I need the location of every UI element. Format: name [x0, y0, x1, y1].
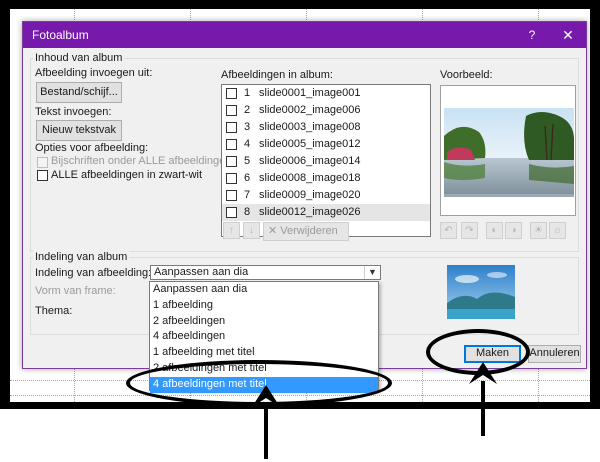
captions-checkbox[interactable]	[37, 157, 48, 168]
dropdown-option[interactable]: 1 afbeelding	[150, 298, 378, 314]
remove-icon: ✕	[268, 225, 278, 237]
list-item[interactable]: 7 slide0009_image020	[222, 187, 430, 204]
annotation-arrow-up-icon	[252, 385, 280, 407]
list-item-name: slide0008_image018	[259, 172, 361, 184]
new-textbox-button[interactable]: Nieuw tekstvak	[36, 120, 122, 141]
list-item[interactable]: 5 slide0006_image014	[222, 153, 430, 170]
list-item-name: slide0005_image012	[259, 138, 361, 150]
list-item-name: slide0001_image001	[259, 87, 361, 99]
list-item-name: slide0006_image014	[259, 155, 361, 167]
picture-layout-value: Aanpassen aan dia	[154, 266, 249, 278]
dropdown-option[interactable]: 2 afbeeldingen	[150, 314, 378, 330]
contrast-up-icon[interactable]: ◐	[486, 222, 503, 239]
list-item-checkbox[interactable]	[226, 105, 237, 116]
album-layout-legend: Indeling van album	[33, 251, 130, 263]
list-item[interactable]: 2 slide0002_image006	[222, 102, 430, 119]
list-item-number: 8	[244, 206, 251, 218]
list-item[interactable]: 1 slide0001_image001	[222, 85, 430, 102]
frame-top	[0, 0, 600, 9]
insert-text-label: Tekst invoegen:	[35, 106, 112, 118]
layout-preview-thumbnail	[447, 265, 515, 319]
list-item-checkbox[interactable]	[226, 207, 237, 218]
move-down-icon[interactable]: ↓	[243, 222, 260, 239]
remove-label: Verwijderen	[280, 225, 338, 237]
chevron-down-icon[interactable]: ▼	[364, 266, 380, 279]
list-item-name: slide0009_image020	[259, 189, 361, 201]
annotation-arrow-shaft	[481, 381, 485, 436]
dropdown-option[interactable]: Aanpassen aan dia	[150, 282, 378, 298]
brightness-down-icon[interactable]: ☼	[549, 222, 566, 239]
list-item-number: 6	[244, 172, 251, 184]
black-white-checkbox[interactable]	[37, 170, 48, 181]
rotate-left-icon[interactable]: ↶	[440, 222, 457, 239]
picture-layout-label: Indeling van afbeelding:	[35, 267, 152, 279]
preview-lake-photo	[441, 86, 575, 215]
remove-button[interactable]: ✕ Verwijderen	[263, 222, 349, 241]
picture-options-label: Opties voor afbeelding:	[35, 142, 149, 154]
album-content-legend: Inhoud van album	[33, 52, 125, 64]
list-item-name: slide0003_image008	[259, 121, 361, 133]
annotation-arrow-shaft	[264, 405, 268, 459]
brightness-up-icon[interactable]: ☀	[530, 222, 547, 239]
insert-picture-label: Afbeelding invoegen uit:	[35, 67, 153, 79]
pictures-in-album-label: Afbeeldingen in album:	[221, 69, 333, 81]
move-up-icon[interactable]: ↑	[223, 222, 240, 239]
list-item-checkbox[interactable]	[226, 173, 237, 184]
list-item-checkbox[interactable]	[226, 88, 237, 99]
list-item-number: 2	[244, 104, 251, 116]
list-item-name: slide0002_image006	[259, 104, 361, 116]
list-item-checkbox[interactable]	[226, 156, 237, 167]
list-item-selected[interactable]: 8 slide0012_image026	[222, 204, 430, 221]
black-white-label: ALLE afbeeldingen in zwart-wit	[51, 169, 203, 181]
frame-shape-label: Vorm van frame:	[35, 285, 116, 297]
layout-preview-image	[447, 265, 515, 319]
help-button[interactable]: ?	[520, 25, 544, 45]
cancel-button[interactable]: Annuleren	[528, 345, 581, 363]
close-button[interactable]: ✕	[554, 25, 582, 45]
list-item-checkbox[interactable]	[226, 190, 237, 201]
list-item[interactable]: 6 slide0008_image018	[222, 170, 430, 187]
list-item-number: 7	[244, 189, 251, 201]
preview-image	[440, 85, 576, 216]
list-item-checkbox[interactable]	[226, 139, 237, 150]
dropdown-option[interactable]: 1 afbeelding met titel	[150, 345, 378, 361]
dropdown-option[interactable]: 4 afbeeldingen	[150, 329, 378, 345]
rotate-right-icon[interactable]: ↷	[461, 222, 478, 239]
captions-label: Bijschriften onder ALLE afbeeldingen	[51, 155, 232, 167]
frame-left	[0, 0, 10, 408]
list-item-number: 4	[244, 138, 251, 150]
annotation-arrow-up-icon	[469, 362, 497, 384]
frame-right	[590, 0, 600, 408]
list-item[interactable]: 4 slide0005_image012	[222, 136, 430, 153]
pictures-listbox[interactable]: 1 slide0001_image001 2 slide0002_image006 …	[221, 84, 431, 237]
list-item-number: 1	[244, 87, 251, 99]
list-item-number: 5	[244, 155, 251, 167]
list-item[interactable]: 3 slide0003_image008	[222, 119, 430, 136]
dialog-title: Fotoalbum	[32, 28, 89, 42]
contrast-down-icon[interactable]: ◑	[505, 222, 522, 239]
list-item-checkbox[interactable]	[226, 122, 237, 133]
list-item-number: 3	[244, 121, 251, 133]
list-item-name: slide0012_image026	[259, 206, 361, 218]
preview-label: Voorbeeld:	[440, 69, 493, 81]
file-disk-button[interactable]: Bestand/schijf...	[36, 82, 122, 103]
dialog-titlebar: Fotoalbum ? ✕	[23, 22, 586, 48]
theme-label: Thema:	[35, 305, 73, 317]
picture-layout-combobox[interactable]: Aanpassen aan dia	[150, 265, 381, 280]
